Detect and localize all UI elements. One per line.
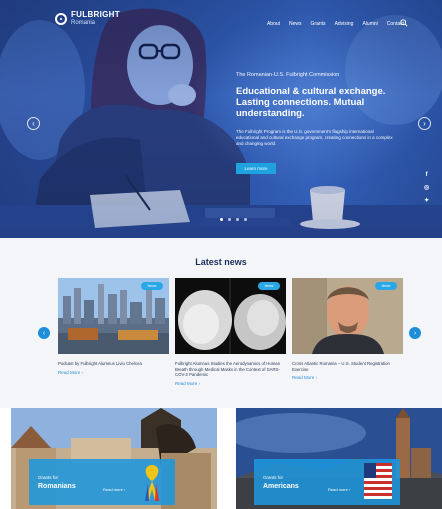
- social-links: f ◎ ✦: [424, 172, 429, 204]
- slider-dot[interactable]: [244, 218, 247, 221]
- nav-grants[interactable]: Grants: [311, 21, 326, 27]
- hero-description: The Fulbright Program is the U.S. govern…: [236, 129, 393, 146]
- fulbright-logo-icon: [55, 12, 67, 25]
- grants-title: Romanians: [38, 483, 76, 490]
- slider-dot[interactable]: [220, 218, 223, 221]
- news-prev-arrow[interactable]: ‹: [38, 327, 50, 339]
- logo-title: FULBRIGHT: [71, 10, 120, 19]
- nav-news[interactable]: News: [289, 21, 302, 27]
- twitter-icon[interactable]: ✦: [424, 198, 429, 204]
- news-card[interactable]: News Cross Atlantic Romania – U.S. Stude…: [292, 278, 403, 380]
- news-card[interactable]: News Podcast by Fulbright Alumnus Liviu …: [58, 278, 169, 375]
- hero-subtitle: The Romanian-U.S. Fulbright Commission: [236, 72, 340, 78]
- grants-for-label: Grants for: [38, 475, 59, 480]
- news-image-city[interactable]: News: [58, 278, 169, 354]
- facebook-icon[interactable]: f: [426, 172, 428, 178]
- logo-subtitle: Romania: [71, 20, 96, 26]
- us-flag-icon: [364, 463, 392, 499]
- read-more-link[interactable]: Read More ›: [292, 375, 403, 380]
- grants-for-label: Grants for: [263, 475, 284, 480]
- news-next-arrow[interactable]: ›: [409, 327, 421, 339]
- read-more-link[interactable]: Read more ›: [103, 487, 125, 492]
- main-menu: About News Grants Advising Alumni Contac…: [267, 21, 404, 27]
- news-caption[interactable]: Cross Atlantic Romania – U.S. Student Re…: [292, 361, 403, 372]
- slider-dot[interactable]: [228, 218, 231, 221]
- read-more-link[interactable]: Read More ›: [58, 370, 169, 375]
- top-navigation: FULBRIGHT Romania About News Grants Advi…: [0, 0, 442, 40]
- nav-advising[interactable]: Advising: [335, 21, 354, 27]
- grants-for-romanians-box[interactable]: Grants for Romanians Read more ›: [29, 459, 175, 505]
- search-icon[interactable]: [400, 19, 408, 27]
- news-caption[interactable]: Fulbright Alumnus Studies the Aerodynami…: [175, 361, 286, 378]
- hero-title: Educational & cultural exchange. Lasting…: [236, 86, 386, 119]
- slider-dot[interactable]: [236, 218, 239, 221]
- fulbright-logo[interactable]: FULBRIGHT Romania: [55, 11, 120, 26]
- news-badge: News: [258, 282, 280, 290]
- read-more-link[interactable]: Read More ›: [175, 381, 286, 386]
- news-badge: News: [141, 282, 163, 290]
- slider-dots: [220, 218, 247, 221]
- grants-for-americans-box[interactable]: Grants for Americans Read more ›: [254, 459, 400, 505]
- latest-news-heading: Latest news: [195, 257, 247, 267]
- latest-news-section: Latest news ‹ › News Podcast by Fulbrigh…: [0, 238, 442, 408]
- hero-content: The Romanian-U.S. Fulbright Commission E…: [236, 72, 396, 147]
- news-image-portrait[interactable]: News: [292, 278, 403, 354]
- grants-romanians-tile[interactable]: Grants for Romanians Read more ›: [11, 408, 217, 509]
- news-image-mask-study[interactable]: News: [175, 278, 286, 354]
- nav-about[interactable]: About: [267, 21, 280, 27]
- news-card[interactable]: News Fulbright Alumnus Studies the Aerod…: [175, 278, 286, 386]
- news-caption[interactable]: Podcast by Fulbright Alumnus Liviu Chelc…: [58, 361, 169, 367]
- hero-slider: FULBRIGHT Romania About News Grants Advi…: [0, 0, 442, 238]
- nav-alumni[interactable]: Alumni: [362, 21, 377, 27]
- news-badge: News: [375, 282, 397, 290]
- hero-next-arrow[interactable]: ›: [418, 117, 431, 130]
- grants-title: Americans: [263, 483, 299, 490]
- instagram-icon[interactable]: ◎: [424, 185, 429, 191]
- learn-more-button[interactable]: Learn more: [236, 163, 276, 174]
- grants-americans-tile[interactable]: Grants for Americans Read more ›: [236, 408, 442, 509]
- ribbon-icon: [145, 465, 159, 501]
- hero-prev-arrow[interactable]: ‹: [27, 117, 40, 130]
- read-more-link[interactable]: Read more ›: [328, 487, 350, 492]
